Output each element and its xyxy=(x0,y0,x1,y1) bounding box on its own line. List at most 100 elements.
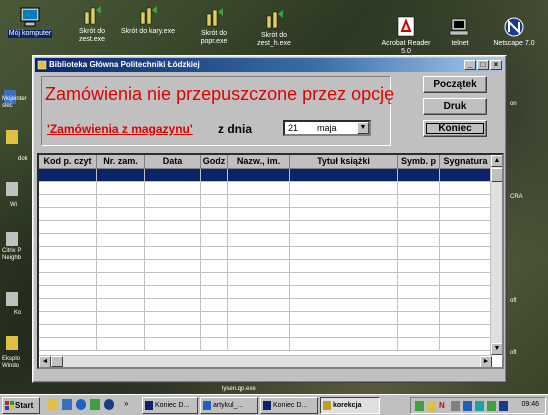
table-cell[interactable] xyxy=(201,299,228,312)
table-cell[interactable] xyxy=(39,234,97,247)
app-icon[interactable] xyxy=(6,182,18,196)
maximize-button[interactable]: □ xyxy=(477,60,489,70)
taskbar-item[interactable]: artykul_... xyxy=(200,397,258,414)
horizontal-scrollbar[interactable]: ◄ ► xyxy=(39,355,492,367)
column-header[interactable]: Data xyxy=(145,155,201,169)
table-cell[interactable] xyxy=(97,234,145,247)
print-button[interactable]: Druk xyxy=(423,98,487,115)
table-cell[interactable] xyxy=(97,169,145,182)
table-cell[interactable] xyxy=(97,299,145,312)
table-row[interactable] xyxy=(39,195,492,208)
column-header[interactable]: Nazw., im. xyxy=(228,155,290,169)
end-button[interactable]: Koniec xyxy=(423,120,487,137)
tray-icon[interactable] xyxy=(487,401,496,411)
table-row[interactable] xyxy=(39,312,492,325)
table-cell[interactable] xyxy=(145,195,201,208)
table-cell[interactable] xyxy=(145,182,201,195)
table-row[interactable] xyxy=(39,325,492,338)
table-cell[interactable] xyxy=(398,182,440,195)
table-cell[interactable] xyxy=(201,182,228,195)
table-cell[interactable] xyxy=(398,338,440,351)
table-cell[interactable] xyxy=(290,260,398,273)
table-cell[interactable] xyxy=(97,325,145,338)
table-cell[interactable] xyxy=(440,260,492,273)
table-cell[interactable] xyxy=(228,338,290,351)
table-cell[interactable] xyxy=(97,286,145,299)
table-cell[interactable] xyxy=(440,312,492,325)
table-cell[interactable] xyxy=(201,208,228,221)
table-cell[interactable] xyxy=(97,260,145,273)
table-cell[interactable] xyxy=(440,182,492,195)
table-cell[interactable] xyxy=(440,247,492,260)
taskbar-item[interactable]: Koniec D... xyxy=(142,397,198,414)
table-cell[interactable] xyxy=(290,234,398,247)
tray-icon[interactable] xyxy=(463,401,472,411)
table-cell[interactable] xyxy=(290,169,398,182)
date-select[interactable]: 21 maja ▼ xyxy=(283,120,371,136)
table-cell[interactable] xyxy=(145,208,201,221)
table-cell[interactable] xyxy=(97,273,145,286)
table-cell[interactable] xyxy=(398,221,440,234)
table-cell[interactable] xyxy=(39,325,97,338)
table-cell[interactable] xyxy=(201,325,228,338)
table-cell[interactable] xyxy=(228,286,290,299)
desktop-icon-zest[interactable]: Skrót do zest.exe xyxy=(64,4,120,44)
window-titlebar[interactable]: Biblioteka Główna Politechniki Łódzkiej … xyxy=(35,58,504,72)
table-cell[interactable] xyxy=(440,273,492,286)
folder-icon[interactable] xyxy=(6,130,18,144)
tray-icon[interactable] xyxy=(475,401,484,411)
table-cell[interactable] xyxy=(145,234,201,247)
table-row[interactable] xyxy=(39,299,492,312)
minimize-button[interactable]: _ xyxy=(464,60,476,70)
table-cell[interactable] xyxy=(39,312,97,325)
table-cell[interactable] xyxy=(228,312,290,325)
table-cell[interactable] xyxy=(228,247,290,260)
chevron-down-icon[interactable]: ▼ xyxy=(357,122,369,134)
table-cell[interactable] xyxy=(228,169,290,182)
column-header[interactable]: Symb. p xyxy=(398,155,440,169)
table-cell[interactable] xyxy=(228,299,290,312)
explorer-quicklaunch-icon[interactable] xyxy=(62,399,72,410)
column-header[interactable]: Sygnatura xyxy=(440,155,492,169)
table-cell[interactable] xyxy=(39,208,97,221)
table-cell[interactable] xyxy=(228,234,290,247)
table-cell[interactable] xyxy=(440,208,492,221)
column-header[interactable]: Kod p. czyt xyxy=(39,155,97,169)
table-cell[interactable] xyxy=(145,169,201,182)
table-row[interactable] xyxy=(39,234,492,247)
table-cell[interactable] xyxy=(39,273,97,286)
desktop-icon-kary[interactable]: Skrót do kary.exe xyxy=(120,4,176,36)
table-cell[interactable] xyxy=(39,260,97,273)
table-cell[interactable] xyxy=(145,312,201,325)
table-cell[interactable] xyxy=(201,221,228,234)
orders-warehouse-link[interactable]: 'Zamówienia z magazynu' xyxy=(47,122,193,136)
table-cell[interactable] xyxy=(398,208,440,221)
scroll-down-icon[interactable]: ▼ xyxy=(491,343,502,355)
table-cell[interactable] xyxy=(228,260,290,273)
scroll-right-icon[interactable]: ► xyxy=(480,356,492,367)
table-row[interactable] xyxy=(39,247,492,260)
table-cell[interactable] xyxy=(440,195,492,208)
table-cell[interactable] xyxy=(228,208,290,221)
desktop-icon-netscape[interactable]: Netscape 7.0 xyxy=(486,16,542,48)
table-cell[interactable] xyxy=(97,312,145,325)
table-row[interactable] xyxy=(39,338,492,351)
table-cell[interactable] xyxy=(39,338,97,351)
table-cell[interactable] xyxy=(290,299,398,312)
table-cell[interactable] xyxy=(145,221,201,234)
table-cell[interactable] xyxy=(440,286,492,299)
table-row[interactable] xyxy=(39,208,492,221)
table-cell[interactable] xyxy=(201,169,228,182)
table-cell[interactable] xyxy=(97,208,145,221)
vertical-scrollbar[interactable]: ▲ ▼ xyxy=(490,155,502,355)
table-cell[interactable] xyxy=(145,325,201,338)
table-cell[interactable] xyxy=(39,286,97,299)
taskbar-item[interactable]: Koniec D... xyxy=(260,397,318,414)
table-cell[interactable] xyxy=(290,247,398,260)
start-button[interactable]: Początek xyxy=(423,76,487,93)
column-header[interactable]: Nr. zam. xyxy=(97,155,145,169)
table-cell[interactable] xyxy=(145,338,201,351)
desktop-icon-popr[interactable]: Skrót do popr.exe xyxy=(186,6,242,46)
table-cell[interactable] xyxy=(228,221,290,234)
scroll-thumb[interactable] xyxy=(51,356,63,367)
